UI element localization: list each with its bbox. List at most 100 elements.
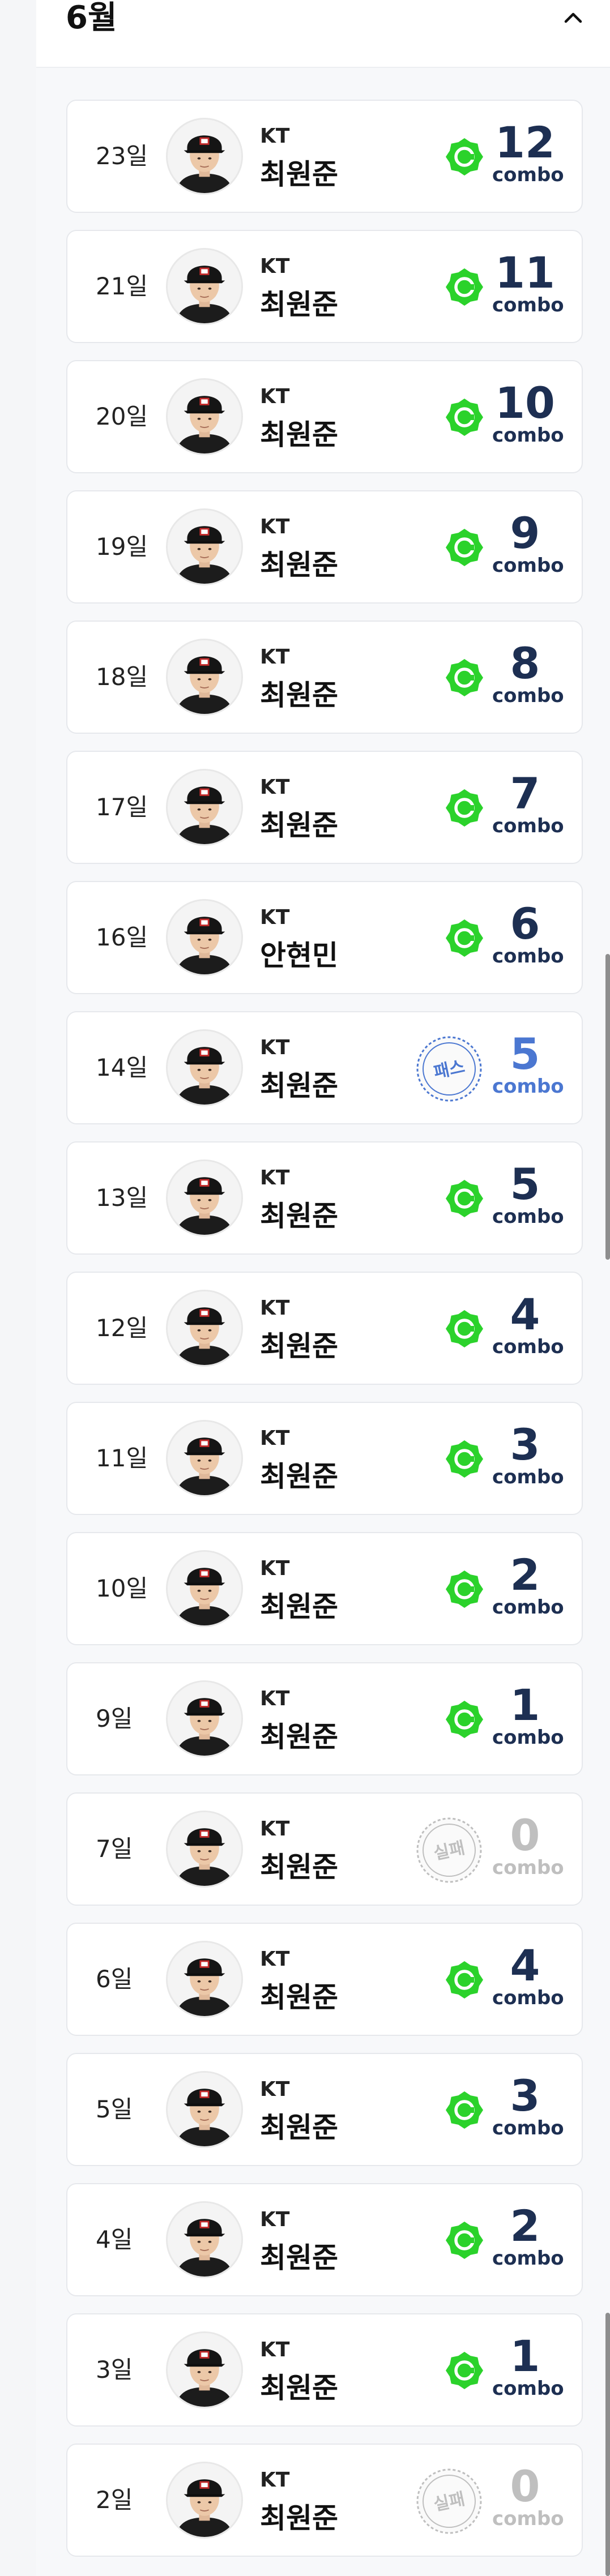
pass-stamp-icon: 패스: [416, 1036, 482, 1102]
pick-card[interactable]: 17일 KT 최원준 7 combo: [66, 751, 583, 864]
combo-count: 0: [510, 1810, 540, 1860]
team-name: KT: [260, 255, 290, 278]
combo-label: combo: [492, 1075, 564, 1098]
pick-card[interactable]: 13일 KT 최원준 5 combo: [66, 1141, 583, 1255]
combo-label: combo: [492, 554, 564, 577]
team-name: KT: [260, 776, 290, 799]
scrollbar-thumb[interactable]: [605, 2313, 610, 2576]
pick-card[interactable]: 10일 KT 최원준 2 combo: [66, 1532, 583, 1645]
player-avatar: [166, 2201, 243, 2278]
combo-count: 2: [510, 2201, 540, 2251]
player-avatar: [166, 1680, 243, 1757]
pick-card[interactable]: 11일 KT 최원준 3 combo: [66, 1402, 583, 1515]
check-badge-icon: [446, 2222, 483, 2259]
pick-date: 23일: [96, 142, 148, 170]
pick-card[interactable]: 3일 KT 최원준 1 combo: [66, 2313, 583, 2427]
pick-card[interactable]: 16일 KT 안현민 6 combo: [66, 881, 583, 994]
pick-date: 2일: [96, 2486, 133, 2514]
team-name: KT: [260, 125, 290, 148]
check-badge-icon: [446, 789, 483, 827]
player-avatar: [166, 1550, 243, 1627]
team-name: KT: [260, 645, 290, 669]
combo-label: combo: [492, 294, 564, 316]
check-badge-icon: [446, 1310, 483, 1347]
fail-stamp-icon: 실패: [416, 2468, 482, 2534]
player-name: 최원준: [260, 1069, 338, 1102]
team-name: KT: [260, 1948, 290, 1971]
combo-count: 11: [495, 247, 555, 298]
pick-date: 6일: [96, 1965, 133, 1993]
pick-date: 11일: [96, 1444, 148, 1472]
player-avatar: [166, 248, 243, 325]
combo-label: combo: [492, 1205, 564, 1228]
pick-date: 13일: [96, 1184, 148, 1212]
pick-date: 21일: [96, 272, 148, 300]
player-avatar: [166, 118, 243, 195]
player-name: 최원준: [260, 1590, 338, 1623]
pick-card[interactable]: 12일 KT 최원준 4 combo: [66, 1272, 583, 1385]
check-badge-icon: [446, 1440, 483, 1478]
pick-card[interactable]: 21일 KT 최원준 11 combo: [66, 230, 583, 343]
pick-date: 12일: [96, 1314, 148, 1342]
player-name: 최원준: [260, 549, 338, 581]
pick-card[interactable]: 20일 KT 최원준 10 combo: [66, 360, 583, 473]
team-name: KT: [260, 2078, 290, 2101]
player-avatar: [166, 1941, 243, 2018]
combo-count: 4: [510, 1940, 540, 1991]
check-badge-icon: [446, 2352, 483, 2389]
chevron-up-icon[interactable]: [559, 3, 587, 32]
month-header[interactable]: 6월: [36, 0, 610, 68]
pick-card[interactable]: 7일 KT 최원준 실패 0 combo: [66, 1792, 583, 1906]
player-avatar: [166, 1159, 243, 1236]
pick-date: 18일: [96, 663, 148, 691]
combo-count: 3: [510, 1419, 540, 1470]
combo-count: 5: [510, 1029, 540, 1079]
check-badge-icon: [446, 268, 483, 306]
team-name: KT: [260, 1427, 290, 1450]
combo-label: combo: [492, 1726, 564, 1749]
pick-card[interactable]: 4일 KT 최원준 2 combo: [66, 2183, 583, 2296]
combo-count: 9: [510, 508, 540, 558]
combo-label: combo: [492, 2247, 564, 2270]
combo-label: combo: [492, 2507, 564, 2530]
pick-date: 14일: [96, 1054, 148, 1081]
pick-card[interactable]: 18일 KT 최원준 8 combo: [66, 621, 583, 734]
team-name: KT: [260, 1557, 290, 1580]
player-avatar: [166, 639, 243, 716]
combo-label: combo: [492, 424, 564, 447]
month-title: 6월: [66, 0, 117, 36]
team-name: KT: [260, 1687, 290, 1710]
combo-count: 12: [495, 117, 555, 168]
pick-card[interactable]: 9일 KT 최원준 1 combo: [66, 1662, 583, 1775]
pick-card[interactable]: 14일 KT 최원준 패스 5 combo: [66, 1011, 583, 1124]
player-avatar: [166, 1290, 243, 1367]
pick-date: 9일: [96, 1705, 133, 1732]
player-avatar: [166, 899, 243, 976]
pick-card[interactable]: 5일 KT 최원준 3 combo: [66, 2053, 583, 2166]
pick-date: 16일: [96, 923, 148, 951]
scrollbar-thumb[interactable]: [605, 954, 610, 1260]
pick-history-list: 23일 KT 최원준 12 combo 21일 KT 최원준 11 combo 20일 KT 최원준 10…: [66, 100, 583, 2574]
pick-card[interactable]: 6일 KT 최원준 4 combo: [66, 1923, 583, 2036]
pick-card[interactable]: 2일 KT 최원준 실패 0 combo: [66, 2444, 583, 2557]
player-avatar: [166, 1029, 243, 1106]
player-name: 최원준: [260, 288, 338, 321]
combo-label: combo: [492, 1336, 564, 1358]
player-avatar: [166, 2071, 243, 2148]
combo-label: combo: [492, 684, 564, 707]
pick-date: 17일: [96, 793, 148, 821]
pick-date: 3일: [96, 2356, 133, 2384]
player-avatar: [166, 1811, 243, 1888]
combo-count: 7: [510, 768, 540, 819]
check-badge-icon: [446, 138, 483, 176]
player-name: 최원준: [260, 679, 338, 712]
combo-label: combo: [492, 945, 564, 968]
player-name: 최원준: [260, 418, 338, 451]
pick-card[interactable]: 23일 KT 최원준 12 combo: [66, 100, 583, 213]
combo-label: combo: [492, 815, 564, 837]
player-name: 최원준: [260, 2372, 338, 2404]
team-name: KT: [260, 1296, 290, 1320]
player-name: 최원준: [260, 1330, 338, 1363]
pick-card[interactable]: 19일 KT 최원준 9 combo: [66, 490, 583, 604]
pick-date: 7일: [96, 1835, 133, 1863]
